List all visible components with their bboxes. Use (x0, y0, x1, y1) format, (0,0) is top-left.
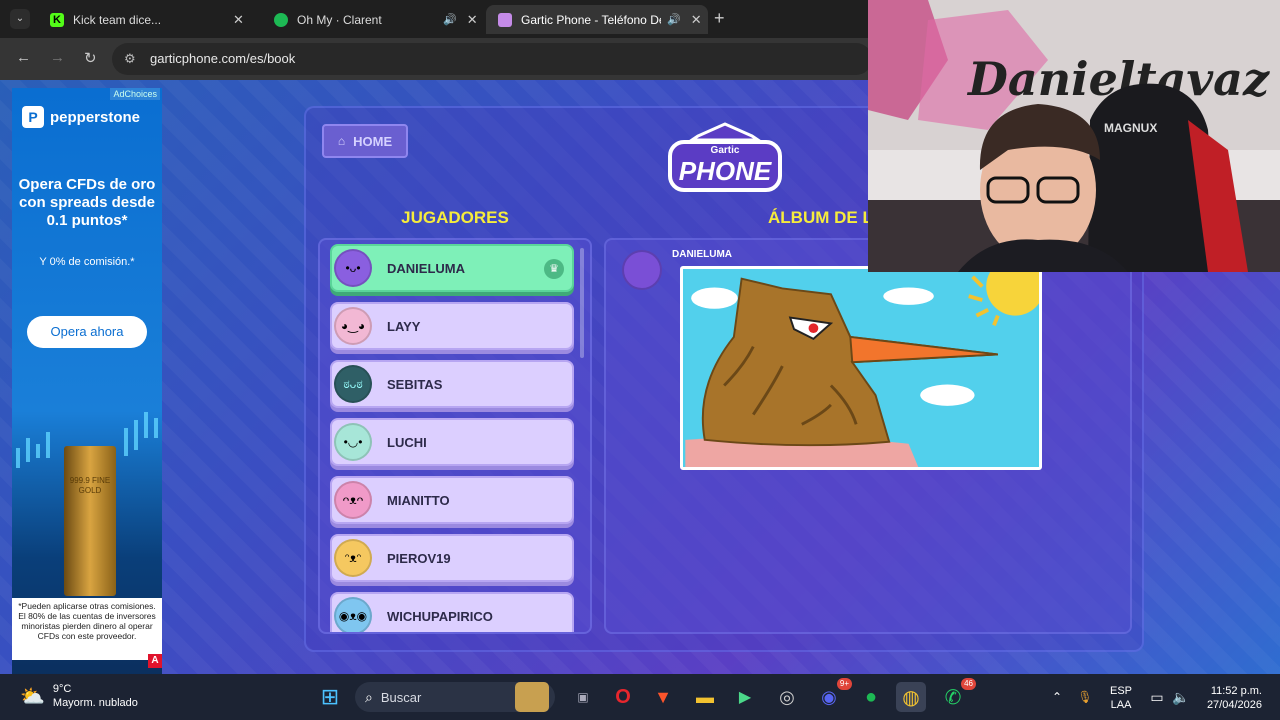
opera-icon[interactable]: O (608, 682, 638, 712)
spotify-icon (274, 12, 288, 27)
forward-arrow-icon[interactable]: → (50, 49, 65, 66)
clock-time: 11:52 p.m. (1210, 685, 1262, 697)
cloud-sun-icon: ⛅ (20, 685, 45, 708)
ad-disclaimer: *Pueden aplicarse otras comisiones. El 8… (12, 598, 162, 660)
webcam-overlay: Danieltavaz MAGNUX (868, 0, 1280, 272)
app-icon[interactable]: ▶ (730, 682, 760, 712)
weather-widget[interactable]: ⛅ 9°C Mayorm. nublado (20, 682, 138, 710)
ad-cta-button[interactable]: Opera ahora (27, 316, 147, 348)
chair-brand-text: MAGNUX (1104, 121, 1157, 135)
tab-spotify[interactable]: Oh My · Clarent 🔊 ✕ (262, 5, 484, 34)
reload-icon[interactable]: ↻ (84, 49, 97, 67)
whatsapp-badge: 46 (961, 678, 976, 690)
ad-banner[interactable]: AdChoices Ppepperstone Opera CFDs de oro… (12, 88, 162, 674)
weather-temp: 9°C (52, 683, 72, 695)
home-label: HOME (353, 133, 393, 149)
audio-playing-icon[interactable]: 🔊 (667, 13, 681, 26)
spotify-taskbar-icon[interactable]: ● (856, 682, 886, 712)
obs-icon[interactable]: ◎ (772, 682, 802, 712)
ad-headline: Opera CFDs de oro con spreads desde 0.1 … (18, 176, 156, 229)
microphone-icon[interactable]: 🎙 (1070, 682, 1100, 712)
new-tab-button[interactable]: + (714, 8, 725, 29)
file-explorer-icon[interactable]: ▬ (690, 682, 720, 712)
tab-title: Gartic Phone - Teléfono Des (521, 12, 661, 27)
clock-date: 27/04/2026 (1206, 699, 1262, 711)
site-info-icon[interactable]: ⚙ (124, 51, 136, 67)
home-icon: ⌂ (337, 134, 346, 148)
volume-icon[interactable]: 🔈 (1166, 682, 1196, 712)
address-bar[interactable]: ⚙ garticphone.com/es/book (112, 43, 872, 75)
url-text[interactable]: garticphone.com/es/book (150, 51, 295, 66)
back-arrow-icon[interactable]: ← (16, 49, 31, 66)
tab-title: Kick team dice... (73, 12, 162, 27)
ad-subtext: Y 0% de comisión.* (39, 256, 135, 268)
chrome-icon[interactable]: ◍ (896, 682, 926, 712)
pepperstone-icon: P (22, 106, 44, 128)
search-icon: ⌕ (365, 688, 373, 705)
lang-bottom: LAA (1110, 699, 1132, 711)
discord-badge: 9+ (836, 678, 852, 690)
tab-search-dropdown[interactable]: ⌄ (10, 9, 30, 29)
home-button[interactable]: ⌂ HOME (322, 124, 408, 158)
ad-network-icon[interactable]: A (148, 654, 162, 668)
clock[interactable]: 11:52 p.m. 27/04/2026 (1200, 684, 1262, 712)
tab-title: Oh My · Clarent (297, 12, 382, 27)
tab-gartic-phone[interactable]: Gartic Phone - Teléfono Des 🔊 ✕ (486, 5, 708, 34)
close-tab-icon[interactable]: ✕ (467, 12, 478, 28)
brave-icon[interactable]: ▼ (648, 682, 678, 712)
tab-kick[interactable]: K Kick team dice... ✕ (38, 5, 260, 34)
close-tab-icon[interactable]: ✕ (233, 12, 244, 28)
task-view-icon[interactable]: ▣ (568, 682, 598, 712)
search-placeholder: Buscar (380, 689, 422, 705)
search-highlight-image[interactable] (515, 682, 549, 712)
audio-playing-icon[interactable]: 🔊 (443, 13, 457, 26)
brand-name: pepperstone (50, 108, 141, 126)
kick-icon: K (50, 12, 64, 27)
gold-bar-text: 999.9 FINE GOLD (69, 476, 111, 495)
language-indicator[interactable]: ESP LAA (1110, 684, 1132, 712)
discord-icon[interactable]: ◉ 9+ (814, 678, 852, 712)
close-tab-icon[interactable]: ✕ (691, 12, 702, 28)
pepperstone-logo: Ppepperstone (22, 106, 140, 128)
gartic-icon (498, 12, 512, 27)
windows-taskbar: ⛅ 9°C Mayorm. nublado ⊞ ⌕ Buscar ▣ O ▼ ▬… (0, 674, 1280, 720)
adchoices-label[interactable]: AdChoices (110, 88, 160, 100)
weather-desc: Mayorm. nublado (52, 697, 138, 709)
show-hidden-icons[interactable]: ⌃ (1042, 682, 1072, 712)
start-windows-icon[interactable]: ⊞ (315, 682, 345, 712)
lang-top: ESP (1110, 685, 1133, 697)
gold-bar-image: 999.9 FINE GOLD (64, 446, 116, 596)
whatsapp-icon[interactable]: ✆ 46 (938, 678, 976, 712)
